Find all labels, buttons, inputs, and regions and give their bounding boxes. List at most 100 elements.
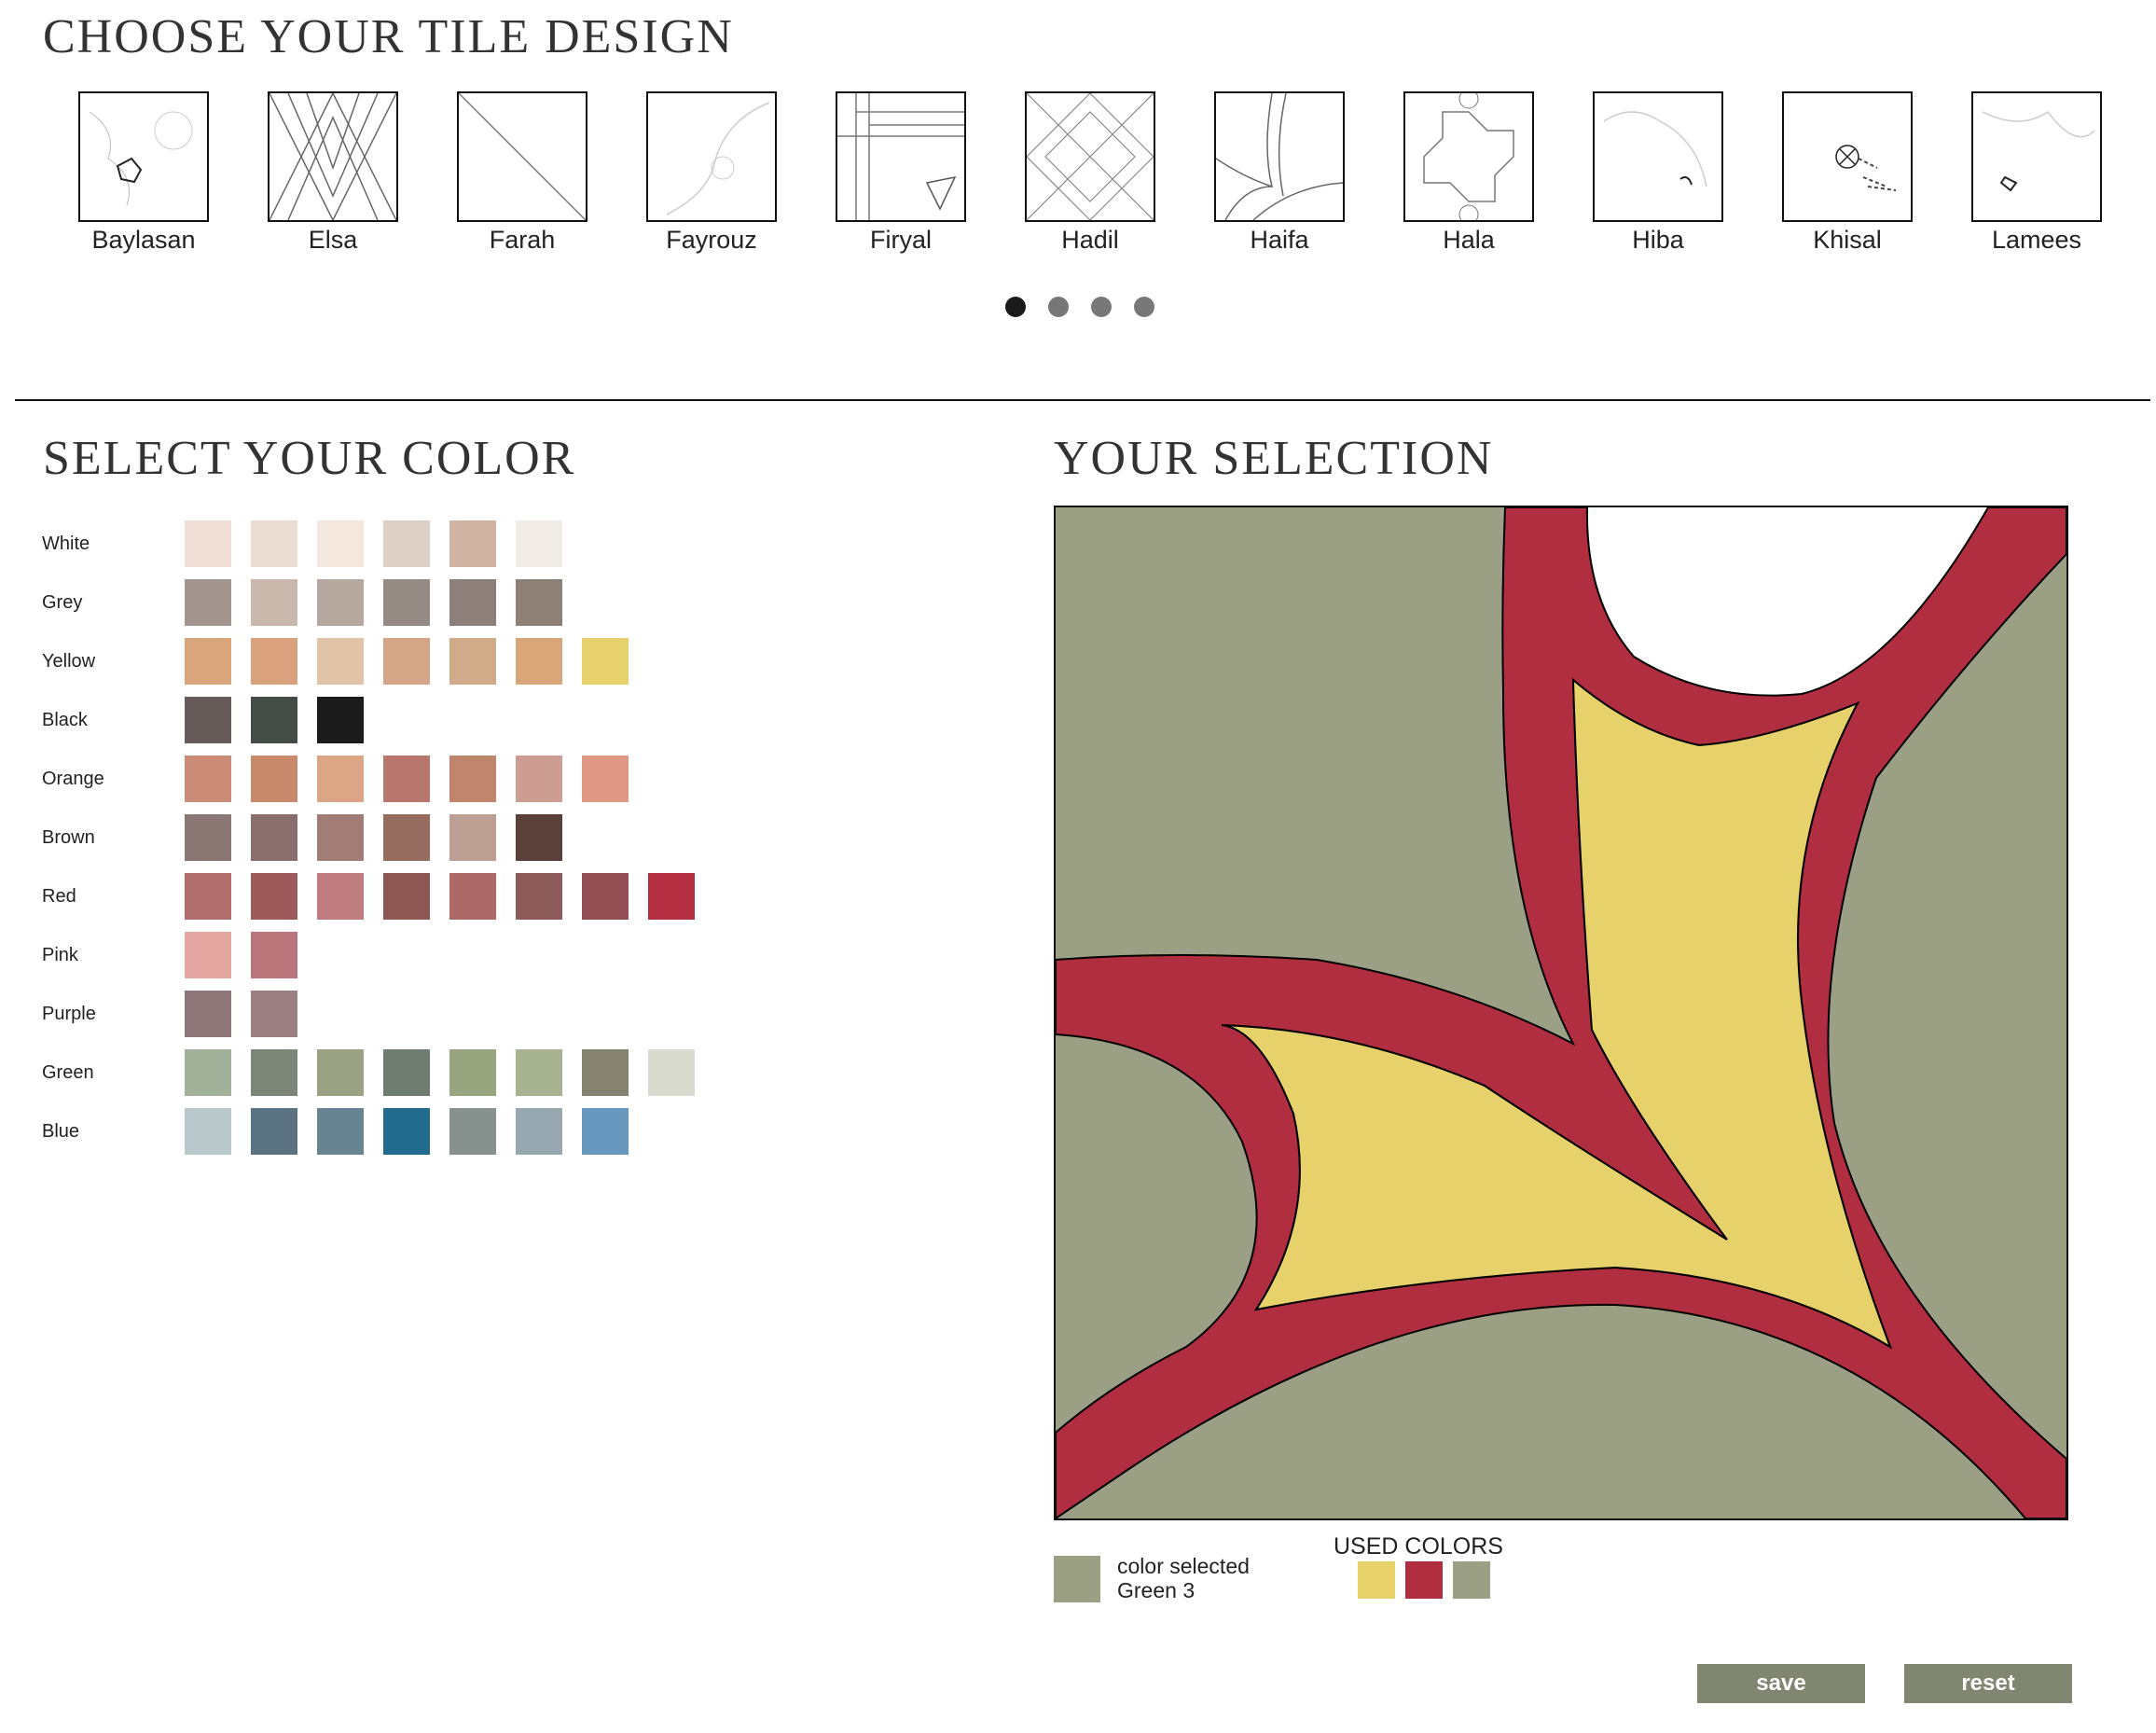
color-swatch-blue-1[interactable]	[185, 1108, 231, 1155]
tile-thumbnail-hala[interactable]	[1403, 91, 1534, 222]
tile-option-elsa[interactable]: Elsa	[268, 91, 400, 255]
color-swatch-green-4[interactable]	[383, 1049, 430, 1096]
color-swatch-red-2[interactable]	[251, 873, 297, 920]
carousel-dot-1[interactable]	[1005, 297, 1026, 317]
color-swatch-yellow-4[interactable]	[383, 638, 430, 685]
color-swatch-yellow-3[interactable]	[317, 638, 364, 685]
used-color-swatch-1[interactable]	[1358, 1561, 1395, 1599]
tile-thumbnail-baylasan[interactable]	[78, 91, 209, 222]
color-row-label-pink: Pink	[42, 945, 78, 965]
color-swatch-white-1[interactable]	[185, 520, 231, 567]
tile-preview-canvas[interactable]	[1056, 507, 2066, 1518]
color-swatch-red-1[interactable]	[185, 873, 231, 920]
reset-button[interactable]: reset	[1904, 1664, 2072, 1703]
tile-thumbnail-khisal[interactable]	[1782, 91, 1913, 222]
color-swatch-green-8[interactable]	[648, 1049, 695, 1096]
carousel-dot-4[interactable]	[1134, 297, 1154, 317]
tile-option-lamees[interactable]: Lamees	[1971, 91, 2104, 255]
tile-thumbnail-firyal[interactable]	[836, 91, 966, 222]
color-swatch-orange-6[interactable]	[516, 756, 562, 802]
color-swatch-blue-5[interactable]	[449, 1108, 496, 1155]
color-swatch-purple-2[interactable]	[251, 991, 297, 1037]
color-swatch-red-4[interactable]	[383, 873, 430, 920]
color-swatch-orange-3[interactable]	[317, 756, 364, 802]
color-swatch-grey-1[interactable]	[185, 579, 231, 626]
color-swatch-purple-1[interactable]	[185, 991, 231, 1037]
tile-option-hala[interactable]: Hala	[1403, 91, 1536, 255]
selected-color-swatch	[1054, 1556, 1100, 1602]
used-color-swatch-3[interactable]	[1453, 1561, 1490, 1599]
color-swatch-brown-3[interactable]	[317, 814, 364, 861]
tile-thumbnail-hiba[interactable]	[1593, 91, 1723, 222]
color-swatch-yellow-7[interactable]	[582, 638, 629, 685]
color-swatch-green-3[interactable]	[317, 1049, 364, 1096]
color-swatch-yellow-5[interactable]	[449, 638, 496, 685]
save-button[interactable]: save	[1697, 1664, 1865, 1703]
color-swatch-orange-2[interactable]	[251, 756, 297, 802]
tile-option-hadil[interactable]: Hadil	[1025, 91, 1157, 255]
color-swatch-blue-3[interactable]	[317, 1108, 364, 1155]
color-swatch-pink-2[interactable]	[251, 932, 297, 978]
tile-preview[interactable]	[1054, 506, 2068, 1520]
color-swatch-yellow-2[interactable]	[251, 638, 297, 685]
color-swatch-green-5[interactable]	[449, 1049, 496, 1096]
color-swatch-green-6[interactable]	[516, 1049, 562, 1096]
color-swatch-brown-4[interactable]	[383, 814, 430, 861]
color-swatch-white-3[interactable]	[317, 520, 364, 567]
color-swatch-white-6[interactable]	[516, 520, 562, 567]
color-swatch-blue-2[interactable]	[251, 1108, 297, 1155]
color-swatch-green-2[interactable]	[251, 1049, 297, 1096]
tile-thumbnail-haifa[interactable]	[1214, 91, 1345, 222]
color-swatch-brown-6[interactable]	[516, 814, 562, 861]
color-swatch-brown-5[interactable]	[449, 814, 496, 861]
color-swatch-white-5[interactable]	[449, 520, 496, 567]
color-swatch-black-1[interactable]	[185, 697, 231, 743]
color-swatch-green-1[interactable]	[185, 1049, 231, 1096]
color-swatch-red-6[interactable]	[516, 873, 562, 920]
color-swatch-grey-2[interactable]	[251, 579, 297, 626]
color-swatch-orange-7[interactable]	[582, 756, 629, 802]
color-swatch-blue-6[interactable]	[516, 1108, 562, 1155]
tile-option-haifa[interactable]: Haifa	[1214, 91, 1347, 255]
tile-thumbnail-hadil[interactable]	[1025, 91, 1155, 222]
color-swatch-black-2[interactable]	[251, 697, 297, 743]
tile-thumbnail-fayrouz[interactable]	[646, 91, 777, 222]
color-swatch-red-3[interactable]	[317, 873, 364, 920]
color-swatch-orange-5[interactable]	[449, 756, 496, 802]
color-swatch-yellow-1[interactable]	[185, 638, 231, 685]
color-swatch-brown-2[interactable]	[251, 814, 297, 861]
color-swatch-grey-4[interactable]	[383, 579, 430, 626]
color-swatch-white-4[interactable]	[383, 520, 430, 567]
color-row-label-black: Black	[42, 710, 88, 730]
color-swatch-red-5[interactable]	[449, 873, 496, 920]
color-swatch-red-7[interactable]	[582, 873, 629, 920]
color-row-label-green: Green	[42, 1062, 94, 1083]
color-swatch-yellow-6[interactable]	[516, 638, 562, 685]
color-swatch-grey-6[interactable]	[516, 579, 562, 626]
color-swatch-orange-1[interactable]	[185, 756, 231, 802]
tile-pattern-icon	[89, 111, 193, 206]
tile-thumbnail-elsa[interactable]	[268, 91, 398, 222]
color-swatch-grey-5[interactable]	[449, 579, 496, 626]
color-swatch-pink-1[interactable]	[185, 932, 231, 978]
tile-option-hiba[interactable]: Hiba	[1593, 91, 1725, 255]
tile-option-fayrouz[interactable]: Fayrouz	[646, 91, 779, 255]
tile-thumbnail-lamees[interactable]	[1971, 91, 2102, 222]
carousel-dot-2[interactable]	[1048, 297, 1069, 317]
color-swatch-green-7[interactable]	[582, 1049, 629, 1096]
color-swatch-red-8[interactable]	[648, 873, 695, 920]
color-swatch-white-2[interactable]	[251, 520, 297, 567]
color-swatch-grey-3[interactable]	[317, 579, 364, 626]
tile-option-firyal[interactable]: Firyal	[836, 91, 968, 255]
color-swatch-black-3[interactable]	[317, 697, 364, 743]
tile-option-farah[interactable]: Farah	[457, 91, 589, 255]
carousel-dot-3[interactable]	[1091, 297, 1112, 317]
used-color-swatch-2[interactable]	[1405, 1561, 1443, 1599]
color-swatch-blue-7[interactable]	[582, 1108, 629, 1155]
color-swatch-blue-4[interactable]	[383, 1108, 430, 1155]
color-swatch-orange-4[interactable]	[383, 756, 430, 802]
color-swatch-brown-1[interactable]	[185, 814, 231, 861]
tile-thumbnail-farah[interactable]	[457, 91, 587, 222]
tile-option-baylasan[interactable]: Baylasan	[78, 91, 211, 255]
tile-option-khisal[interactable]: Khisal	[1782, 91, 1914, 255]
